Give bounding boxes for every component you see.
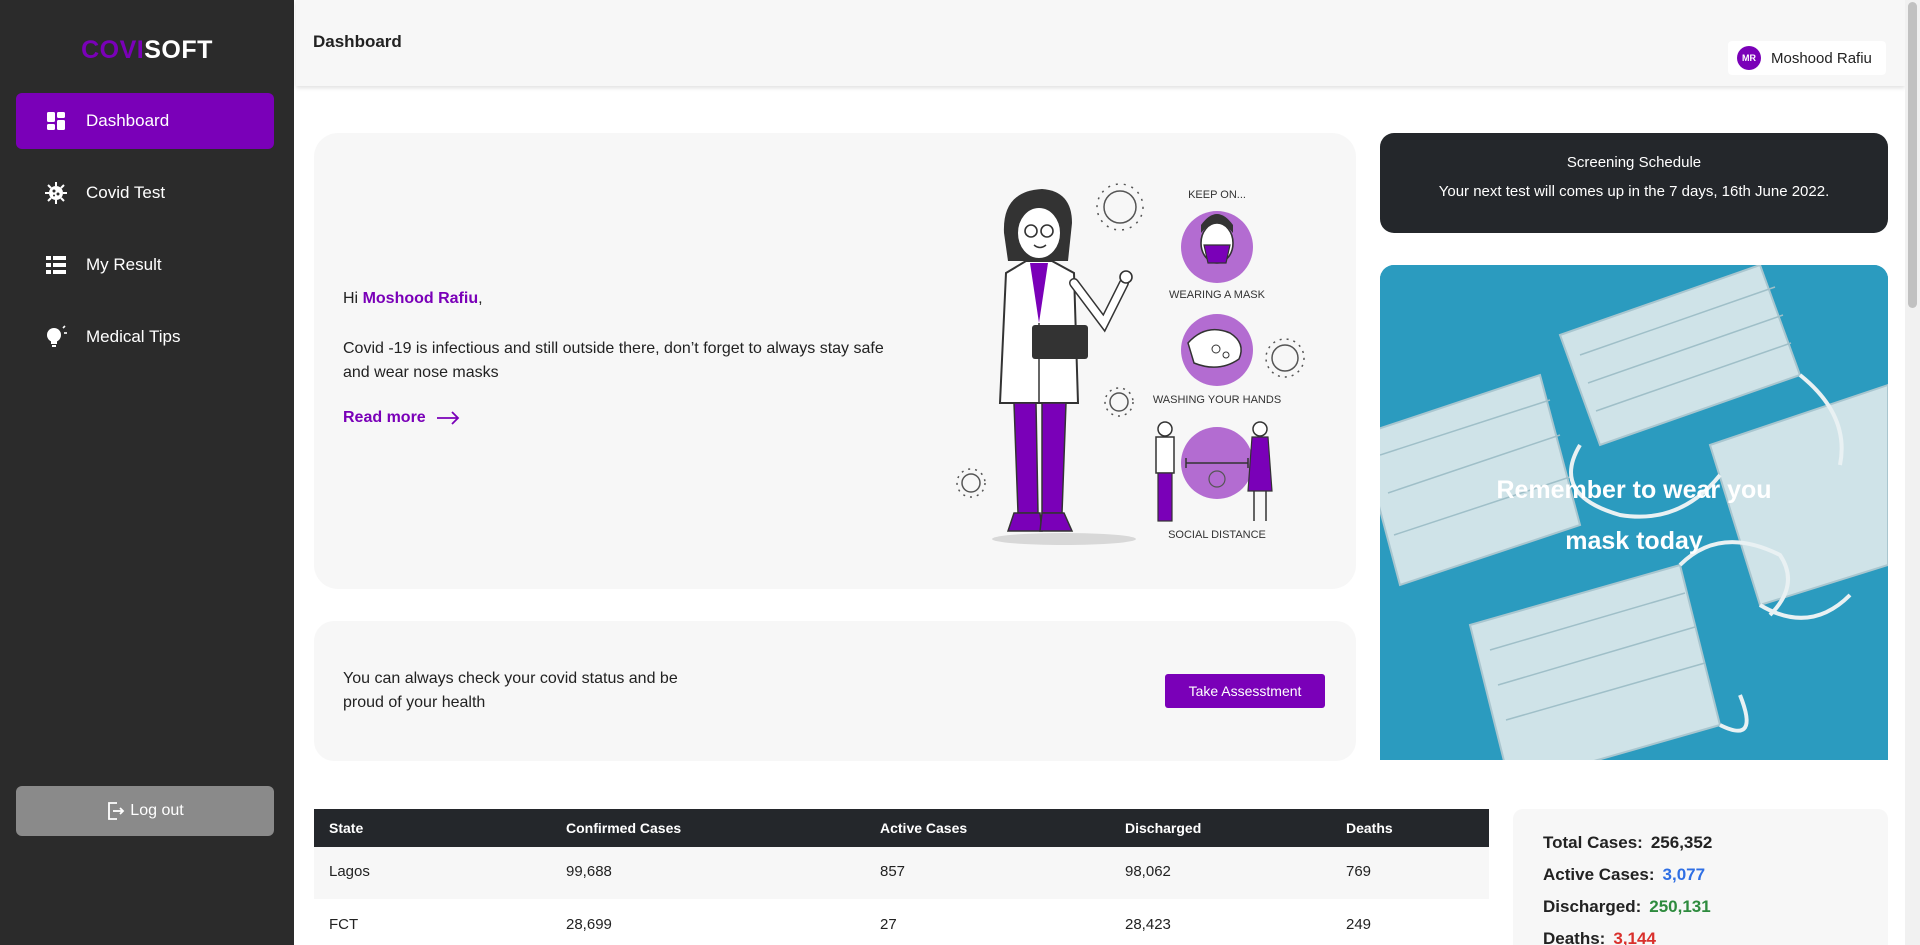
total-cases-label: Total Cases: xyxy=(1543,833,1643,852)
logo-part-2: SOFT xyxy=(144,36,213,64)
sidebar-item-medical-tips[interactable]: Medical Tips xyxy=(16,309,274,365)
dashboard-icon xyxy=(44,109,68,133)
user-name: Moshood Rafiu xyxy=(1771,49,1872,67)
scrollbar-thumb[interactable] xyxy=(1908,2,1917,308)
user-menu[interactable]: MR Moshood Rafiu xyxy=(1728,41,1886,75)
active-cases-label: Active Cases: xyxy=(1543,865,1655,884)
logo-part-1: COVI xyxy=(81,36,145,64)
greeting-comma: , xyxy=(478,290,483,307)
discharged-label: Discharged: xyxy=(1543,897,1642,916)
active-cases-stat: Active Cases: 3,077 xyxy=(1543,865,1705,885)
column-header-deaths[interactable]: Deaths xyxy=(1346,820,1393,836)
greeting-name: Moshood Rafiu xyxy=(362,290,479,307)
sidebar-item-label: Dashboard xyxy=(86,111,170,130)
greeting: Hi Moshood Rafiu, xyxy=(343,290,483,308)
page-title: Dashboard xyxy=(313,32,402,51)
mask-reminder-card: Remember to wear you mask today xyxy=(1380,265,1888,760)
discharged-value: 250,131 xyxy=(1649,897,1711,916)
illustration-keep-on-label: KEEP ON... xyxy=(1188,189,1246,201)
logout-button[interactable]: Log out xyxy=(16,786,274,836)
screening-title: Screening Schedule xyxy=(1566,154,1702,171)
top-header: Dashboard MR Moshood Rafiu xyxy=(296,0,1905,86)
cell-state: Lagos xyxy=(329,863,370,880)
mask-reminder-text: Remember to wear you mask today xyxy=(1380,465,1888,567)
sidebar-item-label: My Result xyxy=(86,255,162,274)
cell-deaths: 769 xyxy=(1346,863,1372,880)
logout-label: Log out xyxy=(130,802,184,819)
total-cases-value: 256,352 xyxy=(1650,833,1713,852)
cell-confirmed: 28,699 xyxy=(566,916,612,933)
list-icon xyxy=(44,253,68,277)
table-row[interactable]: Lagos 99,688 857 98,062 769 xyxy=(314,847,1489,899)
welcome-message: Covid -19 is infectious and still outsid… xyxy=(343,340,884,381)
illustration-hands-label: WASHING YOUR HANDS xyxy=(1153,394,1281,406)
avatar: MR xyxy=(1737,46,1761,70)
cell-discharged: 98,062 xyxy=(1125,863,1171,880)
deaths-value: 3,144 xyxy=(1613,929,1656,945)
column-header-discharged[interactable]: Discharged xyxy=(1125,820,1201,836)
column-header-confirmed[interactable]: Confirmed Cases xyxy=(566,820,681,836)
column-header-active[interactable]: Active Cases xyxy=(880,820,967,836)
app-logo[interactable]: COVISOFT xyxy=(0,36,294,65)
cases-table-header: State Confirmed Cases Active Cases Disch… xyxy=(314,809,1489,847)
virus-icon xyxy=(44,181,68,205)
take-assessment-button[interactable]: Take Assesstment xyxy=(1165,674,1325,708)
cell-active: 857 xyxy=(880,863,906,880)
sidebar-item-my-result[interactable]: My Result xyxy=(16,237,274,293)
arrow-right-icon xyxy=(436,410,460,426)
read-more-link[interactable]: Read more xyxy=(343,409,460,427)
illustration-mask-label: WEARING A MASK xyxy=(1169,289,1266,301)
cell-confirmed: 99,688 xyxy=(566,863,612,880)
active-cases-value: 3,077 xyxy=(1662,865,1706,884)
logout-icon xyxy=(106,801,126,821)
cell-state: FCT xyxy=(329,916,359,933)
lightbulb-icon xyxy=(44,325,68,349)
mask-reminder-line-1: Remember to wear you xyxy=(1496,476,1772,504)
cell-active: 27 xyxy=(880,916,897,933)
cases-summary-card: Total Cases: 256,352 Active Cases: 3,077 D… xyxy=(1513,809,1888,945)
screening-message: Your next test will comes up in the 7 da… xyxy=(1438,183,1830,200)
assessment-card: You can always check your covid status a… xyxy=(314,621,1356,761)
deaths-stat: Deaths: 3,144 xyxy=(1543,929,1656,945)
deaths-label: Deaths: xyxy=(1543,929,1606,945)
sidebar-item-label: Medical Tips xyxy=(86,327,181,346)
covid-safety-illustration: KEEP ON... WEARING A MASK WASHING YOUR H… xyxy=(954,173,1334,553)
discharged-stat: Discharged: 250,131 xyxy=(1543,897,1711,917)
illustration-distance-label: SOCIAL DISTANCE xyxy=(1168,529,1266,541)
cell-deaths: 249 xyxy=(1346,916,1372,933)
sidebar-item-covid-test[interactable]: Covid Test xyxy=(16,165,274,221)
read-more-label: Read more xyxy=(343,409,426,426)
sidebar-item-dashboard[interactable]: Dashboard xyxy=(16,93,274,149)
screening-schedule-card: Screening Schedule Your next test will c… xyxy=(1380,133,1888,233)
column-header-state[interactable]: State xyxy=(329,820,363,836)
mask-reminder-line-2: mask today xyxy=(1565,527,1703,555)
sidebar-item-label: Covid Test xyxy=(86,183,166,202)
total-cases-stat: Total Cases: 256,352 xyxy=(1543,833,1712,853)
welcome-card: Hi Moshood Rafiu, Covid -19 is infectiou… xyxy=(314,133,1356,589)
cell-discharged: 28,423 xyxy=(1125,916,1171,933)
table-row[interactable]: FCT 28,699 27 28,423 249 xyxy=(314,899,1489,945)
greeting-prefix: Hi xyxy=(343,290,359,307)
assessment-message: You can always check your covid status a… xyxy=(343,670,678,711)
sidebar: COVISOFT Dashboard Covid Test My Result … xyxy=(0,0,294,945)
